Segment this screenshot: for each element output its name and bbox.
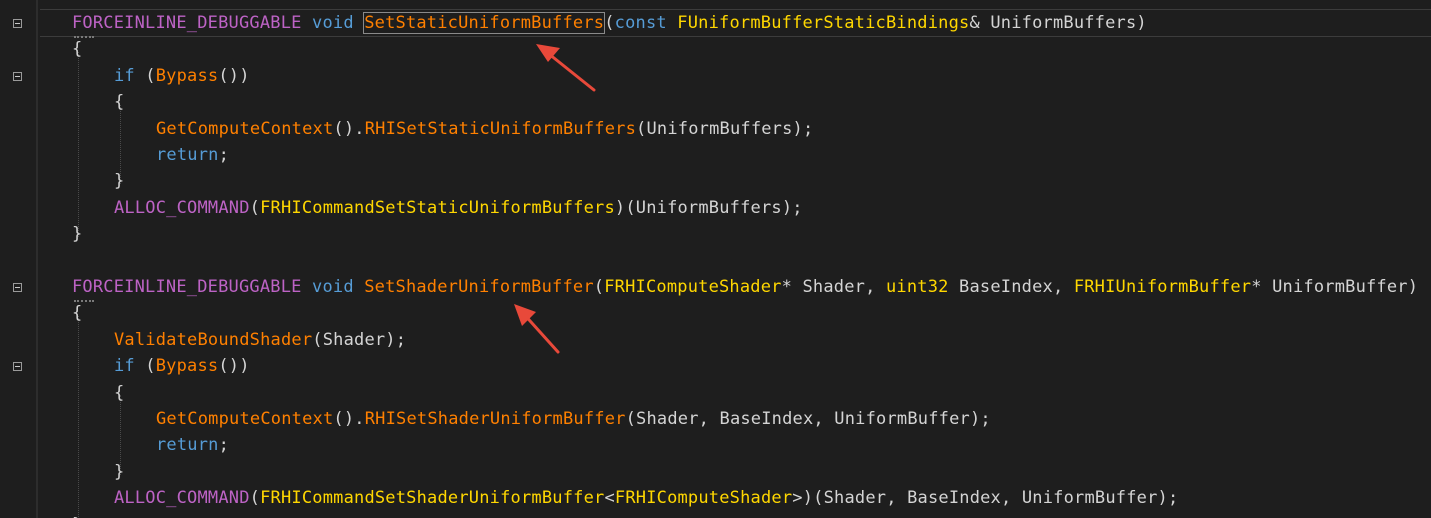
code-token: ;	[218, 435, 230, 456]
code-line[interactable]: {	[114, 89, 124, 115]
code-token: GetComputeContext	[156, 409, 334, 429]
code-line[interactable]: if (Bypass())	[114, 353, 250, 379]
code-token: ().	[333, 118, 365, 139]
code-line[interactable]: if (Bypass())	[114, 63, 250, 89]
code-token: }	[114, 461, 125, 482]
code-token: (	[249, 197, 261, 218]
code-token: {	[114, 92, 125, 113]
annotation-arrow-icon	[514, 304, 560, 354]
code-token: }	[72, 224, 83, 245]
code-token: void	[312, 277, 354, 297]
collapse-toggle-icon[interactable]	[13, 362, 22, 372]
code-token: if	[114, 65, 135, 86]
code-token: ())	[218, 356, 250, 377]
code-line[interactable]: FORCEINLINE_DEBUGGABLE void SetShaderUni…	[72, 274, 1418, 300]
code-line[interactable]: GetComputeContext().RHISetShaderUniformB…	[156, 406, 991, 432]
code-token: <	[604, 488, 615, 509]
code-line[interactable]: ALLOC_COMMAND(FRHICommandSetShaderUnifor…	[114, 485, 1178, 511]
code-token: RHISetStaticUniformBuffers	[364, 118, 637, 139]
code-line[interactable]: ALLOC_COMMAND(FRHICommandSetStaticUnifor…	[114, 195, 803, 221]
code-token: FRHIComputeShader	[614, 488, 793, 509]
code-line[interactable]: ValidateBoundShader(Shader);	[114, 327, 406, 353]
collapse-toggle-icon[interactable]	[13, 19, 22, 28]
code-token: (	[134, 356, 156, 377]
code-token: * Shader,	[781, 277, 886, 297]
code-token: >)(Shader, BaseIndex, UniformBuffer);	[792, 488, 1179, 509]
code-token: void	[312, 13, 354, 33]
code-line[interactable]: }	[72, 512, 82, 518]
code-token: FUniformBufferStaticBindings	[677, 13, 970, 33]
code-token: {	[72, 303, 83, 324]
code-line[interactable]: return;	[156, 432, 229, 458]
code-token: ())	[218, 65, 250, 86]
code-token: ValidateBoundShader	[114, 329, 313, 350]
code-line[interactable]: FORCEINLINE_DEBUGGABLE void SetStaticUni…	[72, 10, 1147, 36]
code-token: if	[114, 356, 135, 377]
code-token: FRHIUniformBuffer	[1073, 277, 1252, 297]
code-token: ().	[333, 409, 365, 429]
code-token: ALLOC_COMMAND	[114, 488, 250, 509]
code-token: GetComputeContext	[156, 118, 334, 139]
change-tracking-bar	[36, 0, 38, 518]
code-line[interactable]: {	[72, 36, 82, 62]
code-token: (	[593, 277, 605, 297]
code-token: (	[134, 65, 156, 86]
code-token: return	[156, 145, 219, 165]
code-token: FRHIComputeShader	[604, 277, 782, 297]
collapse-toggle-icon[interactable]	[13, 71, 22, 81]
code-token: Bypass	[155, 65, 219, 86]
code-token: * UniformBuffer)	[1251, 277, 1419, 297]
indent-guide	[78, 52, 79, 238]
code-token: (Shader, BaseIndex, UniformBuffer);	[625, 409, 991, 429]
code-line[interactable]: }	[72, 221, 82, 247]
code-token: (UniformBuffers);	[636, 118, 814, 139]
code-token: FORCEINLINE_DEBUGGABLE	[72, 13, 302, 33]
code-token: ;	[218, 145, 230, 165]
code-token: & UniformBuffers)	[969, 13, 1147, 33]
code-token: ALLOC_COMMAND	[114, 197, 250, 218]
code-line[interactable]: return;	[156, 142, 229, 168]
code-line[interactable]: }	[114, 459, 124, 485]
code-token: {	[114, 382, 125, 403]
code-token: BaseIndex,	[948, 277, 1074, 297]
code-token: {	[72, 39, 83, 60]
code-token: return	[156, 435, 219, 456]
code-token: FRHICommandSetShaderUniformBuffer	[260, 488, 605, 509]
code-token: uint32	[885, 277, 949, 297]
code-token: SetStaticUniformBuffers	[363, 12, 606, 34]
code-token: RHISetShaderUniformBuffer	[364, 409, 626, 429]
code-line[interactable]: GetComputeContext().RHISetStaticUniformB…	[156, 116, 813, 142]
code-token: SetShaderUniformBuffer	[364, 277, 594, 297]
code-token: (	[249, 488, 261, 509]
code-token: const	[614, 13, 667, 33]
code-token: FRHICommandSetStaticUniformBuffers	[260, 197, 615, 218]
collapse-toggle-icon[interactable]	[13, 283, 22, 292]
code-line[interactable]: {	[114, 380, 124, 406]
code-token: }	[72, 515, 82, 518]
code-editor[interactable]: FORCEINLINE_DEBUGGABLE void SetStaticUni…	[0, 0, 1431, 518]
code-token: Bypass	[155, 356, 219, 377]
code-token: )(UniformBuffers);	[614, 197, 803, 218]
indent-guide	[78, 316, 79, 518]
code-token: }	[114, 171, 125, 192]
code-token: (Shader);	[312, 329, 407, 350]
code-line[interactable]: {	[72, 300, 82, 326]
code-line[interactable]: }	[114, 168, 124, 194]
code-token: FORCEINLINE_DEBUGGABLE	[72, 277, 302, 297]
code-token: (	[604, 13, 615, 33]
annotation-arrow-icon	[536, 44, 596, 92]
